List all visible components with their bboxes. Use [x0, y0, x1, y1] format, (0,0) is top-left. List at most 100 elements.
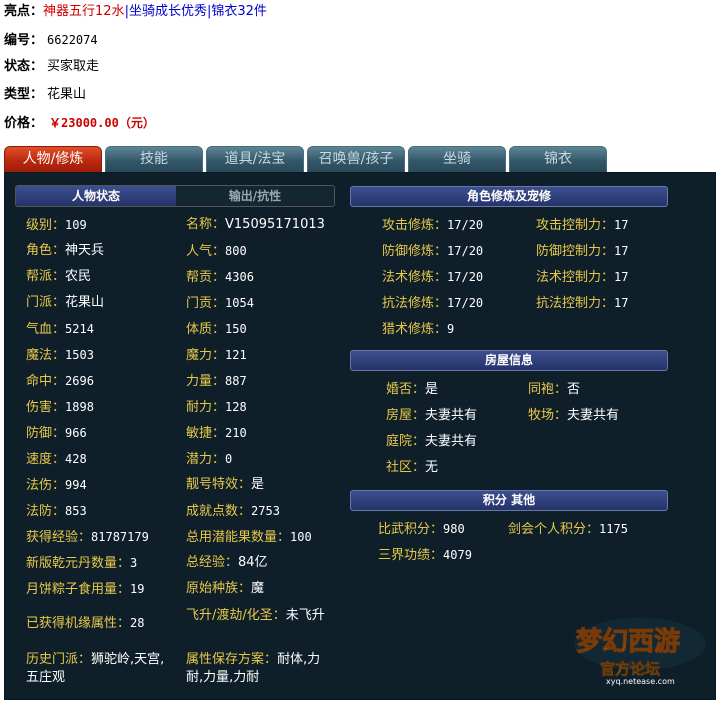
stat-value: 3	[130, 556, 138, 570]
stat-row: 耐力：128	[186, 399, 247, 416]
stat-label: 靓号特效：	[186, 477, 252, 492]
price-value: ￥23000.00（元）	[49, 116, 155, 130]
stat-label: 级别：	[26, 218, 66, 233]
stat-row: 门派：花果山	[26, 295, 104, 311]
stat-row: 潜力：0	[186, 451, 232, 468]
stat-value: 4079	[443, 548, 472, 562]
highlight-link[interactable]: 神器五行12水	[43, 4, 125, 19]
stat-row: 飞升/渡劫/化圣：未飞升	[186, 607, 336, 625]
highlights-row: 亮点：神器五行12水|坐骑成长优秀|锦衣32件	[4, 2, 267, 22]
tab-character[interactable]: 人物/修炼	[4, 146, 102, 172]
stat-label: 飞升/渡劫/化圣：	[186, 608, 286, 623]
stat-label: 抗法控制力：	[536, 296, 615, 311]
stat-value: 84亿	[238, 555, 268, 570]
stat-row: 新版乾元丹数量：3	[26, 555, 137, 572]
stat-row: 魔法：1503	[26, 347, 94, 364]
stat-row: 名称：V15095171013	[186, 217, 325, 233]
stat-label: 力量：	[186, 374, 226, 389]
stat-value: 853	[65, 504, 87, 518]
stat-label: 成就点数：	[186, 504, 252, 519]
stat-label: 角色：	[26, 243, 66, 258]
stat-label: 潜力：	[186, 452, 226, 467]
highlight-link[interactable]: 锦衣32件	[211, 4, 267, 19]
stat-label: 法术控制力：	[536, 270, 615, 285]
stat-label: 伤害：	[26, 400, 66, 415]
tab-skills[interactable]: 技能	[105, 146, 203, 172]
stat-row: 防御修炼：17/20	[382, 243, 483, 260]
stat-row: 抗法控制力：17	[536, 295, 628, 312]
stat-value: 17	[614, 244, 629, 258]
stat-label: 法术修炼：	[382, 270, 448, 285]
stat-label: 命中：	[26, 374, 66, 389]
stat-value: 428	[65, 452, 87, 466]
stat-value: 夫妻共有	[425, 434, 478, 449]
stat-row: 获得经验：81787179	[26, 529, 149, 546]
tab-items[interactable]: 道具/法宝	[206, 146, 304, 172]
stat-label: 庭院：	[386, 434, 426, 449]
stat-row: 总用潜能果数量：100	[186, 529, 312, 546]
stat-row: 婚否：是	[386, 382, 438, 398]
stat-label: 耐力：	[186, 400, 226, 415]
type-value: 花果山	[47, 87, 87, 102]
stat-value: 1175	[599, 522, 628, 536]
stat-value: 5214	[65, 322, 94, 336]
stat-value: 是	[425, 382, 439, 397]
stat-value: 无	[425, 460, 439, 475]
status-row: 状态： 买家取走	[4, 57, 99, 77]
stat-value: 17/20	[447, 296, 484, 310]
stat-row: 攻击控制力：17	[536, 217, 628, 234]
stat-row: 角色：神天兵	[26, 243, 104, 259]
stat-row: 成就点数：2753	[186, 503, 280, 520]
tab-outfits[interactable]: 锦衣	[509, 146, 607, 172]
id-row: 编号： 6622074	[4, 30, 98, 50]
stat-value: 9	[447, 322, 455, 336]
stat-value: 100	[290, 530, 312, 544]
stat-row: 级别：109	[26, 217, 87, 234]
stat-value: V15095171013	[225, 217, 325, 232]
stat-row: 社区：无	[386, 460, 438, 476]
stat-row: 月饼粽子食用量：19	[26, 581, 144, 598]
stat-value: 994	[65, 478, 87, 492]
highlight-link[interactable]: 坐骑成长优秀	[129, 4, 207, 19]
stat-value: 1054	[225, 296, 254, 310]
subtab-output-resist[interactable]: 输出/抗性	[176, 186, 334, 206]
stat-row: 法术修炼：17/20	[382, 269, 483, 286]
stat-label: 魔力：	[186, 348, 226, 363]
stat-row: 法术控制力：17	[536, 269, 628, 286]
stat-label: 已获得机缘属性：	[26, 616, 131, 631]
points-header: 积分 其他	[350, 490, 668, 511]
game-logo: 梦幻西游 官方论坛 xyq.netease.com	[570, 612, 710, 686]
stat-row: 已获得机缘属性：28	[26, 615, 144, 632]
stat-value: 887	[225, 374, 247, 388]
subtab-status[interactable]: 人物状态	[16, 186, 176, 206]
id-value: 6622074	[47, 33, 98, 47]
stat-label: 月饼粽子食用量：	[26, 582, 131, 597]
tab-mounts[interactable]: 坐骑	[408, 146, 506, 172]
stat-value: 17	[614, 270, 629, 284]
type-row: 类型： 花果山	[4, 85, 86, 105]
price-label: 价格：	[4, 116, 44, 131]
stat-row: 三界功绩：4079	[378, 547, 472, 564]
stat-label: 历史门派：	[26, 652, 92, 667]
stat-label: 攻击控制力：	[536, 218, 615, 233]
stat-label: 法防：	[26, 504, 66, 519]
stat-row: 速度：428	[26, 451, 87, 468]
stat-label: 新版乾元丹数量：	[26, 556, 131, 571]
stat-value: 800	[225, 244, 247, 258]
stat-value: 980	[443, 522, 465, 536]
stat-value: 150	[225, 322, 247, 336]
stat-label: 牧场：	[528, 408, 568, 423]
stat-label: 获得经验：	[26, 530, 92, 545]
stat-label: 门派：	[26, 295, 66, 310]
stat-value: 神天兵	[65, 243, 105, 258]
stat-row: 敏捷：210	[186, 425, 247, 442]
price-row: 价格： ￥23000.00（元）	[4, 113, 155, 133]
stat-value: 花果山	[65, 295, 105, 310]
stat-row: 防御控制力：17	[536, 243, 628, 260]
stat-value: 128	[225, 400, 247, 414]
stat-label: 攻击修炼：	[382, 218, 448, 233]
stat-label: 抗法修炼：	[382, 296, 448, 311]
tab-summons[interactable]: 召唤兽/孩子	[307, 146, 405, 172]
stat-value: 17/20	[447, 218, 484, 232]
stat-value: 否	[567, 382, 581, 397]
